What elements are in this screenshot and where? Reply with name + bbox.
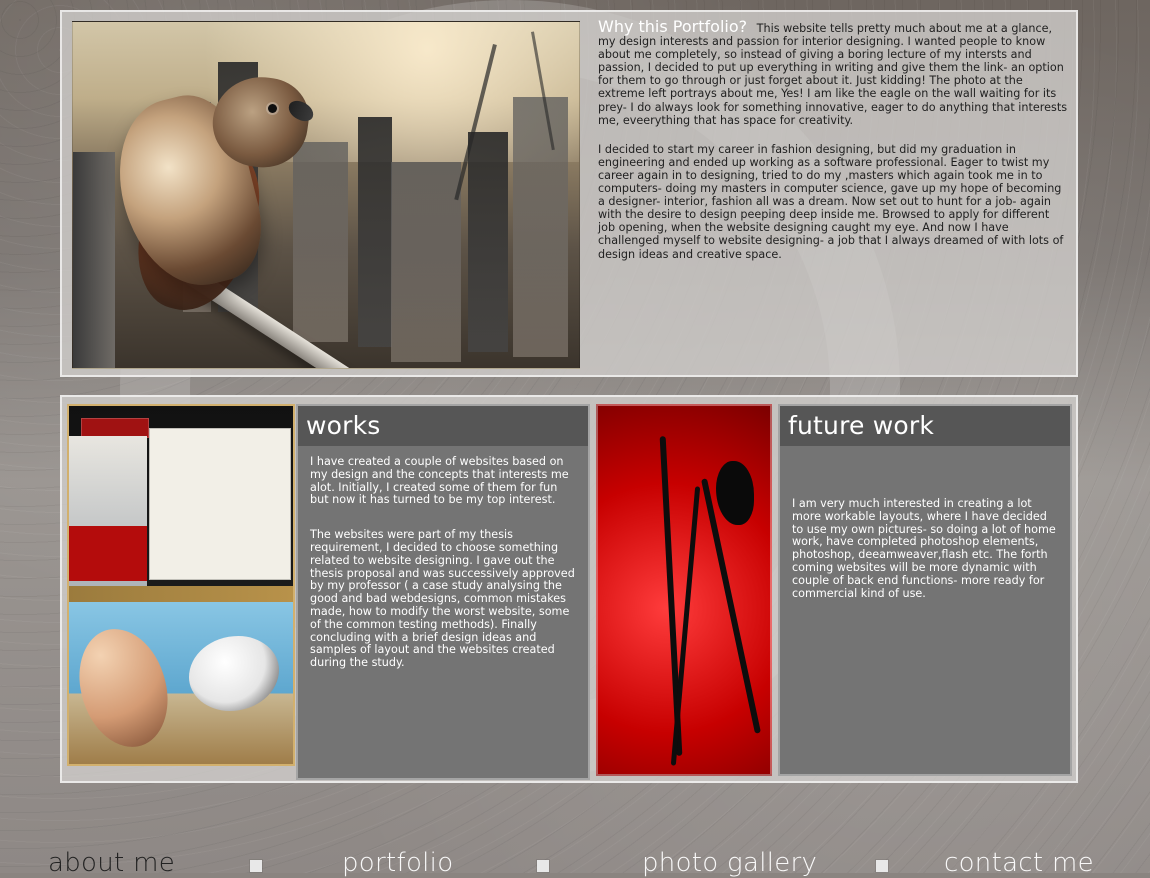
thumbnail-red-tab — [81, 418, 149, 438]
pillar — [73, 152, 115, 368]
works-card: works I have created a couple of website… — [296, 404, 590, 780]
thumbnail-gold-bar — [69, 586, 293, 602]
footer-navigation: about me portfolio photo gallery contact… — [0, 838, 1150, 878]
nav-separator-2 — [537, 860, 549, 872]
future-work-card: future work I am very much interested in… — [778, 404, 1072, 776]
nav-separator-1 — [250, 860, 262, 872]
website-thumbnail[interactable] — [67, 404, 295, 766]
stalk-bud — [716, 461, 754, 525]
bird-eye — [268, 104, 277, 113]
future-work-title: future work — [780, 406, 1070, 446]
tower-7 — [513, 97, 568, 357]
tower-4 — [358, 117, 392, 347]
works-body: I have created a couple of websites base… — [298, 446, 588, 670]
top-text-block: Why this Portfolio? This website tells p… — [598, 17, 1068, 360]
tower-6 — [468, 132, 508, 352]
future-work-body: I am very much interested in creating a … — [780, 446, 1070, 600]
top-heading: Why this Portfolio? — [598, 17, 748, 36]
nav-about-me[interactable]: about me — [48, 848, 175, 878]
works-title: works — [298, 406, 588, 446]
top-paragraph-1: Why this Portfolio? This website tells p… — [598, 17, 1068, 127]
thumbnail-red-block — [69, 526, 147, 581]
top-paragraph-1-text: This website tells pretty much about me … — [598, 22, 1068, 127]
thumbnail-content-card — [149, 428, 291, 580]
top-paragraph-2: I decided to start my career in fashion … — [598, 142, 1064, 261]
future-work-paragraph: I am very much interested in creating a … — [792, 497, 1056, 600]
nav-contact-me[interactable]: contact me — [944, 848, 1094, 878]
nav-portfolio[interactable]: portfolio — [342, 848, 453, 878]
tower-5 — [391, 162, 461, 362]
red-plant-photo — [596, 404, 772, 776]
tower-3 — [293, 142, 348, 342]
nav-photo-gallery[interactable]: photo gallery — [642, 848, 817, 878]
hawk-city-photo — [72, 21, 580, 369]
works-paragraph-1: I have created a couple of websites base… — [310, 455, 569, 507]
works-paragraph-2: The websites were part of my thesis requ… — [310, 528, 575, 670]
nav-separator-3 — [876, 860, 888, 872]
